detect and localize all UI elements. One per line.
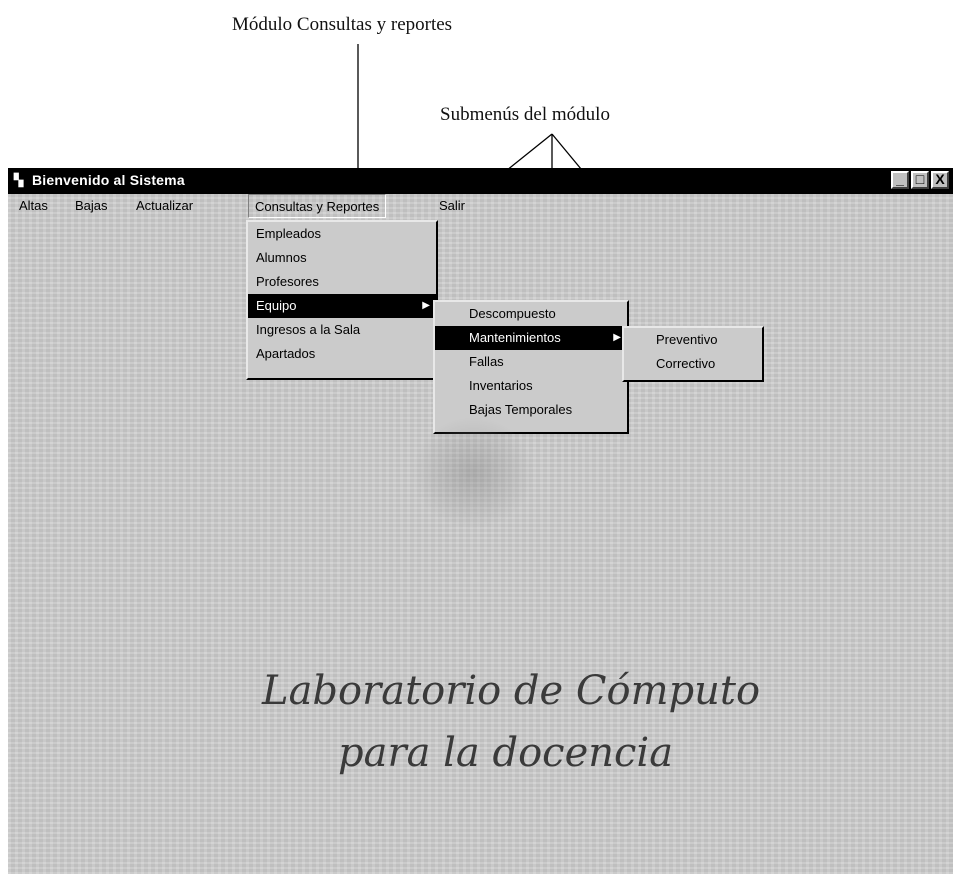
title-bar: ▚ Bienvenido al Sistema _ □ X <box>8 168 953 194</box>
equipo-submenu: Descompuesto Mantenimientos ▶ Fallas Inve… <box>433 300 629 434</box>
menu-item-alumnos[interactable]: Alumnos <box>248 246 436 270</box>
menu-actualizar[interactable]: Actualizar <box>136 198 193 213</box>
menu-item-apartados[interactable]: Apartados <box>248 342 436 366</box>
university-seal-image <box>413 418 533 528</box>
submenu-arrow-icon: ▶ <box>613 332 621 343</box>
menu-salir[interactable]: Salir <box>439 198 465 213</box>
app-window: ▚ Bienvenido al Sistema _ □ X Altas Baja… <box>8 168 953 874</box>
mantenimientos-submenu: Preventivo Correctivo <box>622 326 764 382</box>
menu-altas[interactable]: Altas <box>19 198 48 213</box>
menu-bajas[interactable]: Bajas <box>75 198 108 213</box>
menu-item-descompuesto[interactable]: Descompuesto <box>435 302 627 326</box>
menu-item-ingresos-a-la-sala[interactable]: Ingresos a la Sala <box>248 318 436 342</box>
menu-item-preventivo[interactable]: Preventivo <box>624 328 762 352</box>
submenu-arrow-icon: ▶ <box>422 300 430 311</box>
menu-item-mantenimientos[interactable]: Mantenimientos ▶ <box>435 326 627 350</box>
close-button[interactable]: X <box>931 171 949 189</box>
menu-item-equipo[interactable]: Equipo ▶ <box>248 294 436 318</box>
menu-bar: Altas Bajas Actualizar Consultas y Repor… <box>8 194 953 218</box>
background-title-line2: para la docencia <box>338 730 674 776</box>
menu-item-correctivo[interactable]: Correctivo <box>624 352 762 376</box>
menu-item-empleados[interactable]: Empleados <box>248 222 436 246</box>
menu-item-profesores[interactable]: Profesores <box>248 270 436 294</box>
menu-item-inventarios[interactable]: Inventarios <box>435 374 627 398</box>
menu-consultas-y-reportes[interactable]: Consultas y Reportes <box>248 194 387 218</box>
maximize-button[interactable]: □ <box>911 171 929 189</box>
minimize-button[interactable]: _ <box>891 171 909 189</box>
background-title-line1: Laboratorio de Cómputo <box>262 668 761 714</box>
consultas-dropdown: Empleados Alumnos Profesores Equipo ▶ Ing… <box>246 220 438 380</box>
menu-item-fallas[interactable]: Fallas <box>435 350 627 374</box>
app-icon[interactable]: ▚ <box>14 173 23 187</box>
window-title: Bienvenido al Sistema <box>32 172 185 188</box>
